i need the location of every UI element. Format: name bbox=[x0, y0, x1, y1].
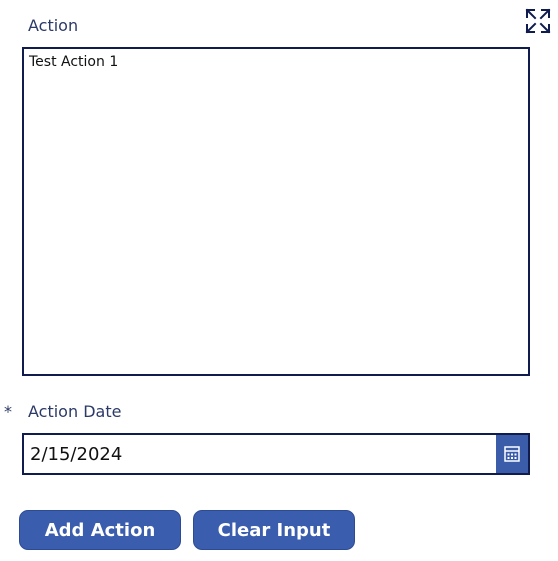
add-action-button[interactable]: Add Action bbox=[19, 510, 181, 550]
expand-icon[interactable] bbox=[524, 7, 552, 35]
action-date-label: Action Date bbox=[28, 402, 122, 421]
action-textarea-value: Test Action 1 bbox=[29, 54, 119, 70]
clear-input-button[interactable]: Clear Input bbox=[193, 510, 355, 550]
action-date-value: 2/15/2024 bbox=[30, 444, 123, 465]
calendar-icon bbox=[504, 446, 520, 462]
calendar-button[interactable] bbox=[496, 435, 528, 473]
required-marker: * bbox=[4, 402, 12, 421]
action-textarea[interactable]: Test Action 1 bbox=[22, 47, 530, 376]
action-form: Action Test Action 1 * Action Date 2/15/… bbox=[0, 0, 558, 561]
action-label: Action bbox=[28, 16, 79, 35]
action-date-field[interactable]: 2/15/2024 bbox=[22, 433, 530, 475]
